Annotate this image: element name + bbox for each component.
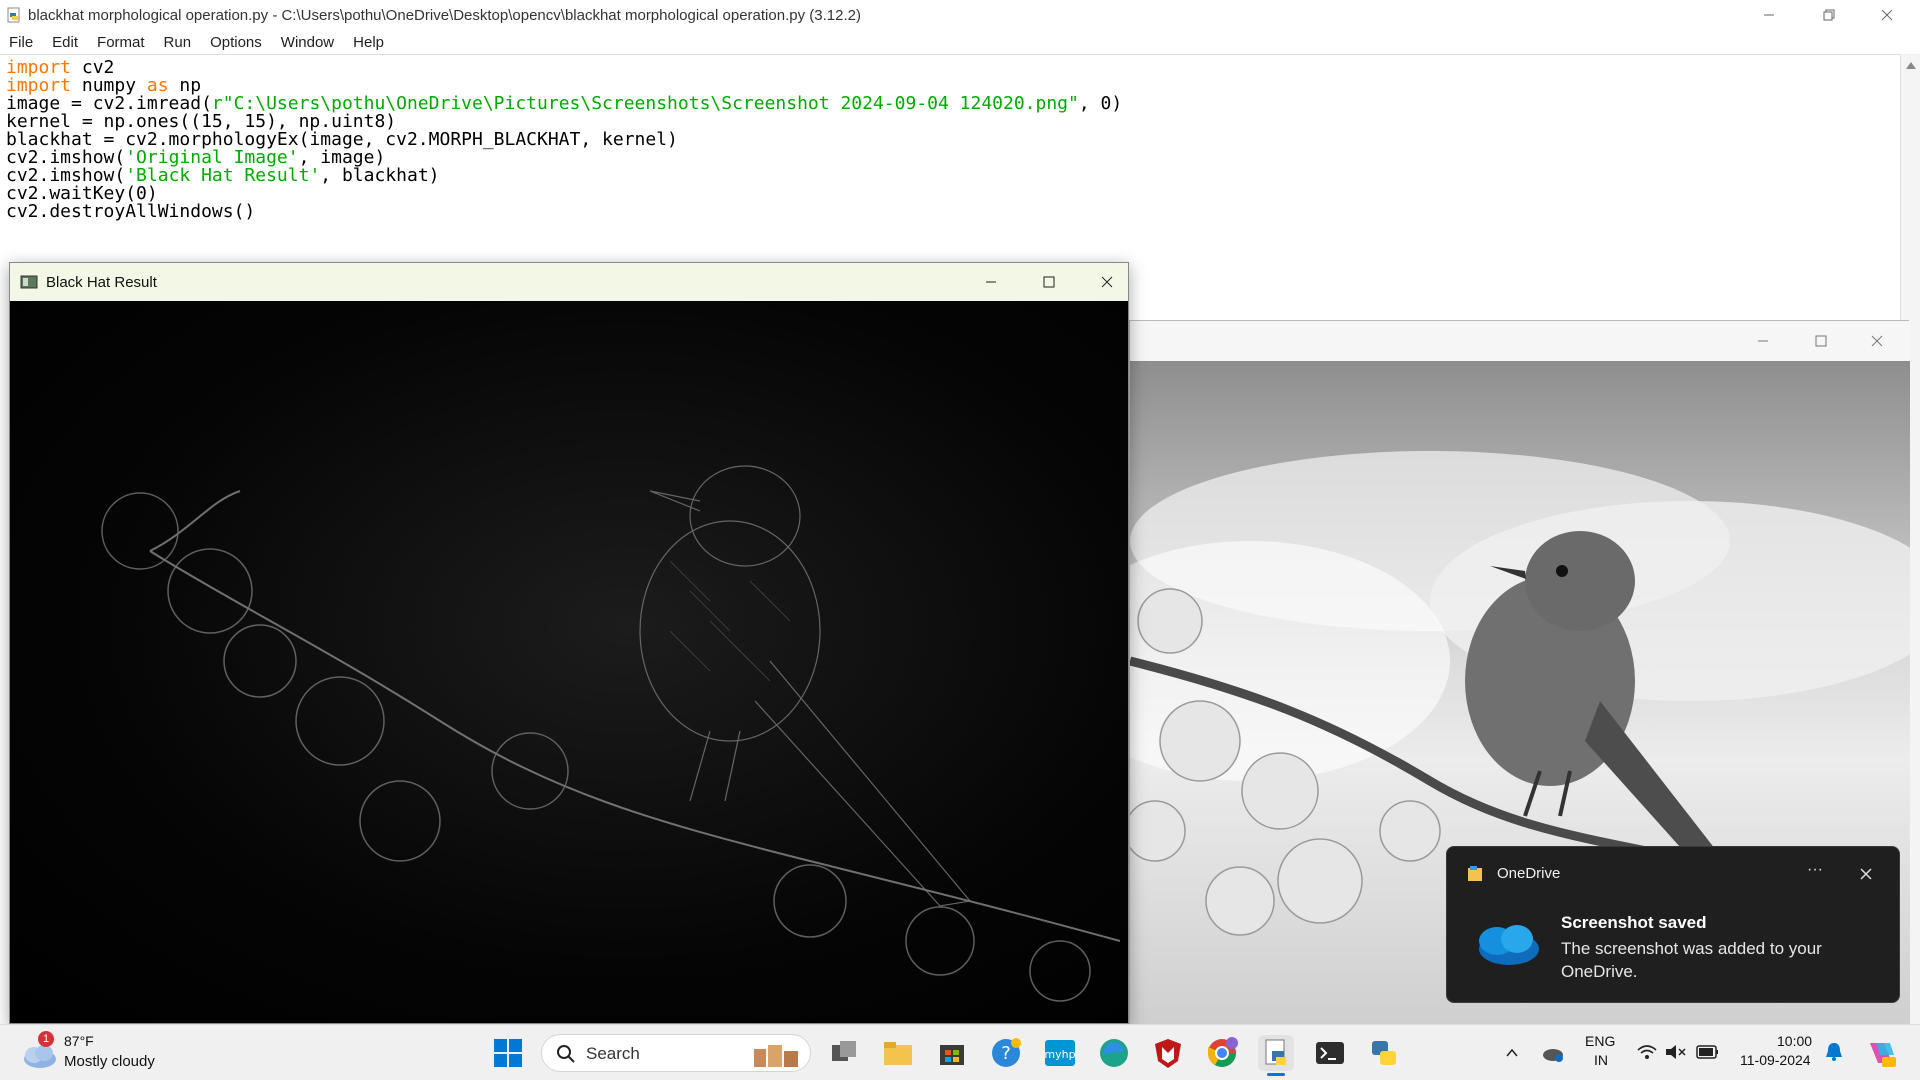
help-icon: ? [992,1038,1021,1067]
show-hidden-icons-icon[interactable] [1504,1045,1520,1061]
taskbar: 1 87°F Mostly cloudy Search ? myhp ENG I… [0,1024,1920,1080]
svg-text:myhp: myhp [1044,1048,1075,1061]
onedrive-folder-icon [1468,866,1482,881]
onedrive-notification[interactable]: OneDrive ··· Screenshot saved The screen… [1446,846,1900,1003]
maximize-icon [1815,335,1827,347]
black-hat-title: Black Hat Result [46,273,157,291]
black-hat-minimize-button[interactable] [962,267,1020,297]
search-icon [557,1045,575,1063]
file-explorer-button[interactable] [880,1035,916,1071]
search-highlight-icon [754,1045,798,1067]
menu-options[interactable]: Options [201,34,272,51]
toast-heading: Screenshot saved [1561,913,1707,932]
menu-window[interactable]: Window [272,34,344,51]
black-hat-close-button[interactable] [1078,267,1136,297]
chrome-button[interactable] [1204,1035,1240,1071]
python-icon [1372,1041,1396,1065]
menu-file[interactable]: File [0,34,43,51]
close-icon [1881,9,1893,21]
maximize-icon [1043,276,1055,288]
opencv-window-icon [20,275,38,289]
menu-bar: File Edit Format Run Options Window Help [0,30,1920,54]
black-hat-result-window[interactable]: Black Hat Result [9,262,1129,1024]
toast-app-name: OneDrive [1497,865,1561,882]
toast-close-icon[interactable] [1859,867,1873,881]
terminal-icon [1316,1042,1344,1064]
clock-date[interactable]: 11-09-2024 [1740,1052,1811,1068]
menu-format[interactable]: Format [88,34,155,51]
notification-bell-icon[interactable] [1824,1041,1844,1063]
menu-help[interactable]: Help [344,34,394,51]
language-region: IN [1594,1052,1608,1068]
python-idle-icon [1265,1039,1286,1065]
wifi-icon[interactable] [1636,1043,1658,1061]
code-line-9: cv2.destroyAllWindows() [6,201,256,222]
restore-button[interactable] [1800,0,1858,30]
get-help-button[interactable]: ? [988,1035,1024,1071]
bird-edges-image [101,465,1121,1002]
weather-description: Mostly cloudy [64,1053,155,1070]
microsoft-store-button[interactable] [934,1035,970,1071]
folder-icon [884,1042,912,1065]
menu-edit[interactable]: Edit [43,34,88,51]
myhp-button[interactable]: myhp [1042,1035,1078,1071]
menu-run[interactable]: Run [155,34,202,51]
python-file-icon [7,7,20,23]
onedrive-cloud-icon [1479,925,1539,965]
windows-logo-icon [494,1039,522,1067]
python-button[interactable] [1366,1035,1402,1071]
minimize-icon [986,281,996,283]
original-minimize-button[interactable] [1734,326,1792,356]
original-image-titlebar[interactable] [1130,321,1910,361]
terminal-button[interactable] [1312,1035,1348,1071]
idle-editor-button[interactable] [1258,1035,1294,1076]
mcafee-shield-icon [1155,1039,1181,1068]
chrome-icon [1208,1037,1238,1067]
minimize-icon [1764,14,1774,16]
original-maximize-button[interactable] [1792,326,1850,356]
toast-more-button[interactable]: ··· [1807,861,1823,879]
active-indicator [1267,1073,1285,1076]
speaker-muted-icon[interactable] [1664,1043,1686,1061]
onedrive-tray-icon[interactable] [1540,1041,1566,1065]
close-button[interactable] [1858,0,1916,30]
taskbar-search[interactable]: Search [541,1034,811,1072]
task-view-icon [832,1041,856,1061]
black-hat-titlebar[interactable]: Black Hat Result [10,263,1128,301]
minimize-icon [1758,340,1768,342]
clock-time[interactable]: 10:00 [1777,1033,1812,1049]
close-icon [1871,335,1883,347]
battery-icon[interactable] [1696,1044,1720,1060]
original-close-button[interactable] [1848,326,1906,356]
black-hat-maximize-button[interactable] [1020,267,1078,297]
editor-titlebar: blackhat morphological operation.py - C:… [0,0,1920,30]
black-hat-result-image [10,301,1128,1023]
window-title: blackhat morphological operation.py - C:… [28,6,861,24]
weather-widget[interactable]: 1 [20,1031,60,1073]
toast-body: The screenshot was added to your OneDriv… [1561,939,1822,981]
restore-icon [1823,9,1835,21]
store-icon [940,1045,964,1065]
search-placeholder: Search [586,1044,640,1063]
close-icon [1101,276,1113,288]
myhp-icon: myhp [1044,1040,1076,1066]
language-indicator[interactable]: ENG [1585,1033,1615,1049]
weather-temperature: 87°F [64,1033,94,1049]
weather-alert-badge: 1 [38,1031,54,1047]
copilot-icon[interactable] [1864,1037,1898,1069]
edge-icon [1100,1039,1128,1067]
edge-button[interactable] [1096,1035,1132,1071]
start-button[interactable] [490,1035,526,1071]
mcafee-button[interactable] [1150,1035,1186,1071]
svg-text:?: ? [1001,1043,1011,1064]
minimize-button[interactable] [1740,0,1798,30]
task-view-button[interactable] [826,1035,862,1071]
scroll-up-icon[interactable] [1901,58,1920,74]
